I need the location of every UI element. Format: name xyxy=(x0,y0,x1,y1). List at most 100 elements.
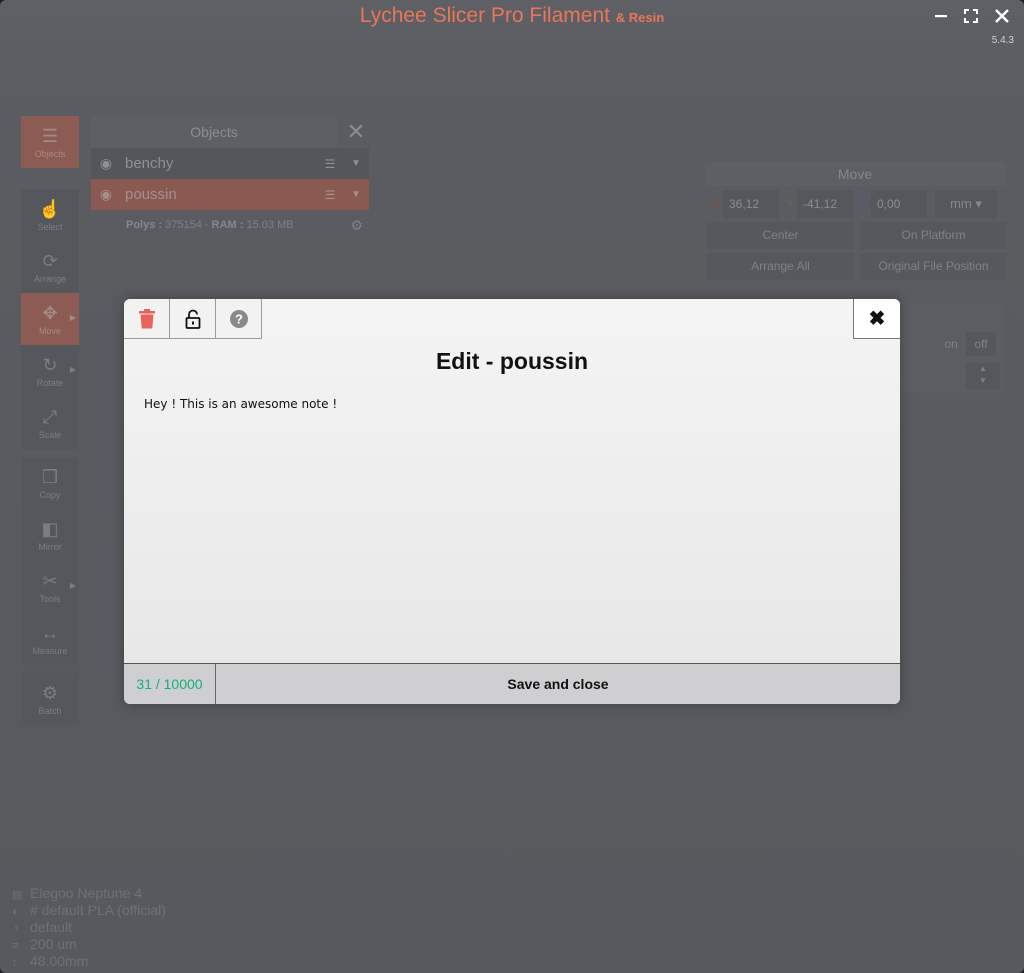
unit-select[interactable]: mm ▾ xyxy=(935,190,997,218)
toolbar-objects[interactable]: ☰ Objects xyxy=(21,116,79,168)
scissors-icon: ✂ xyxy=(42,570,58,591)
maximize-icon[interactable] xyxy=(959,6,983,30)
help-button[interactable]: ? xyxy=(216,299,262,339)
rotate-icon: ↻ xyxy=(42,354,58,375)
model-height: 48.00mm xyxy=(30,953,89,969)
profile-icon: ◔ xyxy=(12,923,19,935)
modal-title: Edit - poussin xyxy=(435,348,589,374)
toolbar-group-transform: ☝ Select ⟳ Arrange ✥ Move ▶ ↻ Rotate ▶ ⤢… xyxy=(21,189,79,449)
move-panel: Move X 36,12 Y -41,12 Z 0,00 mm ▾ Center… xyxy=(705,162,1007,280)
polys-label: Polys : xyxy=(126,219,163,231)
caret-right-icon: ▶ xyxy=(69,313,76,322)
app-window: Lychee Slicer Pro Filament & Resin 5.4.3… xyxy=(0,0,1024,973)
toolbar-measure[interactable]: ↔ Measure xyxy=(21,613,79,665)
svg-text:?: ? xyxy=(235,311,243,326)
toolbar-copy[interactable]: ❐ Copy xyxy=(21,457,79,509)
dropdown-arrow-icon[interactable]: ▼ xyxy=(343,158,369,169)
toolbar-label: Scale xyxy=(38,429,62,440)
value-stepper[interactable]: ▲ ▼ xyxy=(966,363,1000,389)
move-panel-title: Move xyxy=(705,162,1005,186)
height-icon: ↕ xyxy=(12,957,18,969)
note-textarea[interactable]: Hey ! This is an awesome note ! xyxy=(144,397,880,411)
app-title-suffix: & Resin xyxy=(615,10,665,25)
x-input[interactable]: 36,12 xyxy=(723,190,779,218)
modal-close-button[interactable]: ✖ xyxy=(853,299,900,339)
move-actions: Center On Platform Arrange All Original … xyxy=(705,222,1007,280)
toolbar-arrange[interactable]: ⟳ Arrange xyxy=(21,241,79,293)
hamburger-icon[interactable]: ☰ xyxy=(317,157,343,171)
char-counter: 31 / 10000 xyxy=(124,664,216,704)
gear-icon[interactable]: ⚙ xyxy=(350,210,363,240)
x-axis-label: X xyxy=(712,198,720,210)
copy-icon: ❐ xyxy=(41,466,59,487)
unlock-button[interactable] xyxy=(170,299,216,339)
polys-value: 375154 xyxy=(165,219,202,231)
toggle-off[interactable]: off xyxy=(966,332,996,356)
toolbar-label: Copy xyxy=(39,489,61,500)
ram-value: 15.03 MB xyxy=(246,219,294,231)
modal-footer: 31 / 10000 Save and close xyxy=(124,663,900,704)
layer-height: 200 um xyxy=(30,936,77,952)
caret-right-icon: ▶ xyxy=(69,365,76,374)
move-coordinates: X 36,12 Y -41,12 Z 0,00 mm ▾ xyxy=(705,186,1005,222)
dropdown-arrow-icon[interactable]: ▼ xyxy=(343,189,369,200)
toolbar-label: Mirror xyxy=(38,541,62,552)
pointer-icon: ☝ xyxy=(38,198,62,219)
unlock-icon xyxy=(185,309,200,329)
toolbar-move[interactable]: ✥ Move ▶ xyxy=(21,293,79,345)
toolbar-label: Measure xyxy=(32,645,68,656)
layer-icon: ≡ xyxy=(12,940,19,952)
z-axis-label: Z xyxy=(860,198,868,210)
minimize-icon[interactable] xyxy=(929,6,953,30)
material-name: # default PLA (official) xyxy=(30,902,166,918)
arrange-icon: ⟳ xyxy=(42,250,58,271)
close-icon: ✖ xyxy=(868,308,886,330)
batch-icon: ⚙ xyxy=(41,682,59,703)
close-icon[interactable] xyxy=(990,6,1014,30)
toolbar-label: Move xyxy=(38,325,61,336)
printer-icon: ▤ xyxy=(12,889,23,901)
measure-icon: ↔ xyxy=(41,622,59,643)
toolbar-scale[interactable]: ⤢ Scale xyxy=(21,397,79,449)
hamburger-icon[interactable]: ☰ xyxy=(317,188,343,202)
modal-toolbar: ? xyxy=(124,299,262,339)
mirror-icon: ◧ xyxy=(41,518,59,539)
scale-icon: ⤢ xyxy=(42,406,58,427)
toolbar-batch[interactable]: ⚙ Batch xyxy=(21,673,79,725)
y-axis-label: Y xyxy=(786,198,794,210)
profile-name: default xyxy=(30,919,73,935)
toolbar-group-batch: ⚙ Batch xyxy=(21,673,79,725)
z-input[interactable]: 0,00 xyxy=(871,190,927,218)
on-off-toggle[interactable]: on off xyxy=(936,332,996,356)
objects-close-icon[interactable]: ✕ xyxy=(343,116,369,148)
toggle-on[interactable]: on xyxy=(936,332,966,356)
eye-icon[interactable]: ◉ xyxy=(91,186,121,203)
printer-name: Elegoo Neptune 4 xyxy=(30,885,143,901)
toolbar-label: Objects xyxy=(34,148,66,159)
toolbar-mirror[interactable]: ◧ Mirror xyxy=(21,509,79,561)
version-label: 5.4.3 xyxy=(991,35,1014,46)
y-input[interactable]: -41,12 xyxy=(797,190,853,218)
on-platform-button[interactable]: On Platform xyxy=(860,222,1007,249)
save-and-close-button[interactable]: Save and close xyxy=(216,664,900,704)
eye-icon[interactable]: ◉ xyxy=(91,155,121,172)
center-button[interactable]: Center xyxy=(707,222,854,249)
delete-button[interactable] xyxy=(124,299,170,339)
arrange-all-button[interactable]: Arrange All xyxy=(707,253,854,280)
toolbar-select[interactable]: ☝ Select xyxy=(21,189,79,241)
title-bar: Lychee Slicer Pro Filament & Resin 5.4.3 xyxy=(0,0,1024,46)
unit-value: mm xyxy=(950,196,972,211)
app-title: Lychee Slicer Pro Filament & Resin xyxy=(0,4,1024,28)
toolbar-label: Batch xyxy=(38,705,62,716)
toolbar-rotate[interactable]: ↻ Rotate ▶ xyxy=(21,345,79,397)
toolbar-tools[interactable]: ✂ Tools ▶ xyxy=(21,561,79,613)
object-row-poussin[interactable]: ◉ poussin ☰ ▼ xyxy=(91,179,369,210)
object-row-benchy[interactable]: ◉ benchy ☰ ▼ xyxy=(91,148,369,179)
trash-icon xyxy=(138,308,155,328)
toolbar-label: Select xyxy=(37,221,63,232)
objects-stats: Polys : 375154 - RAM : 15.03 MB ⚙ xyxy=(91,210,369,240)
help-icon: ? xyxy=(229,309,248,328)
original-position-button[interactable]: Original File Position xyxy=(860,253,1007,280)
list-icon: ☰ xyxy=(41,125,59,146)
toolbar-group-tools: ❐ Copy ◧ Mirror ✂ Tools ▶ ↔ Measure xyxy=(21,457,79,665)
